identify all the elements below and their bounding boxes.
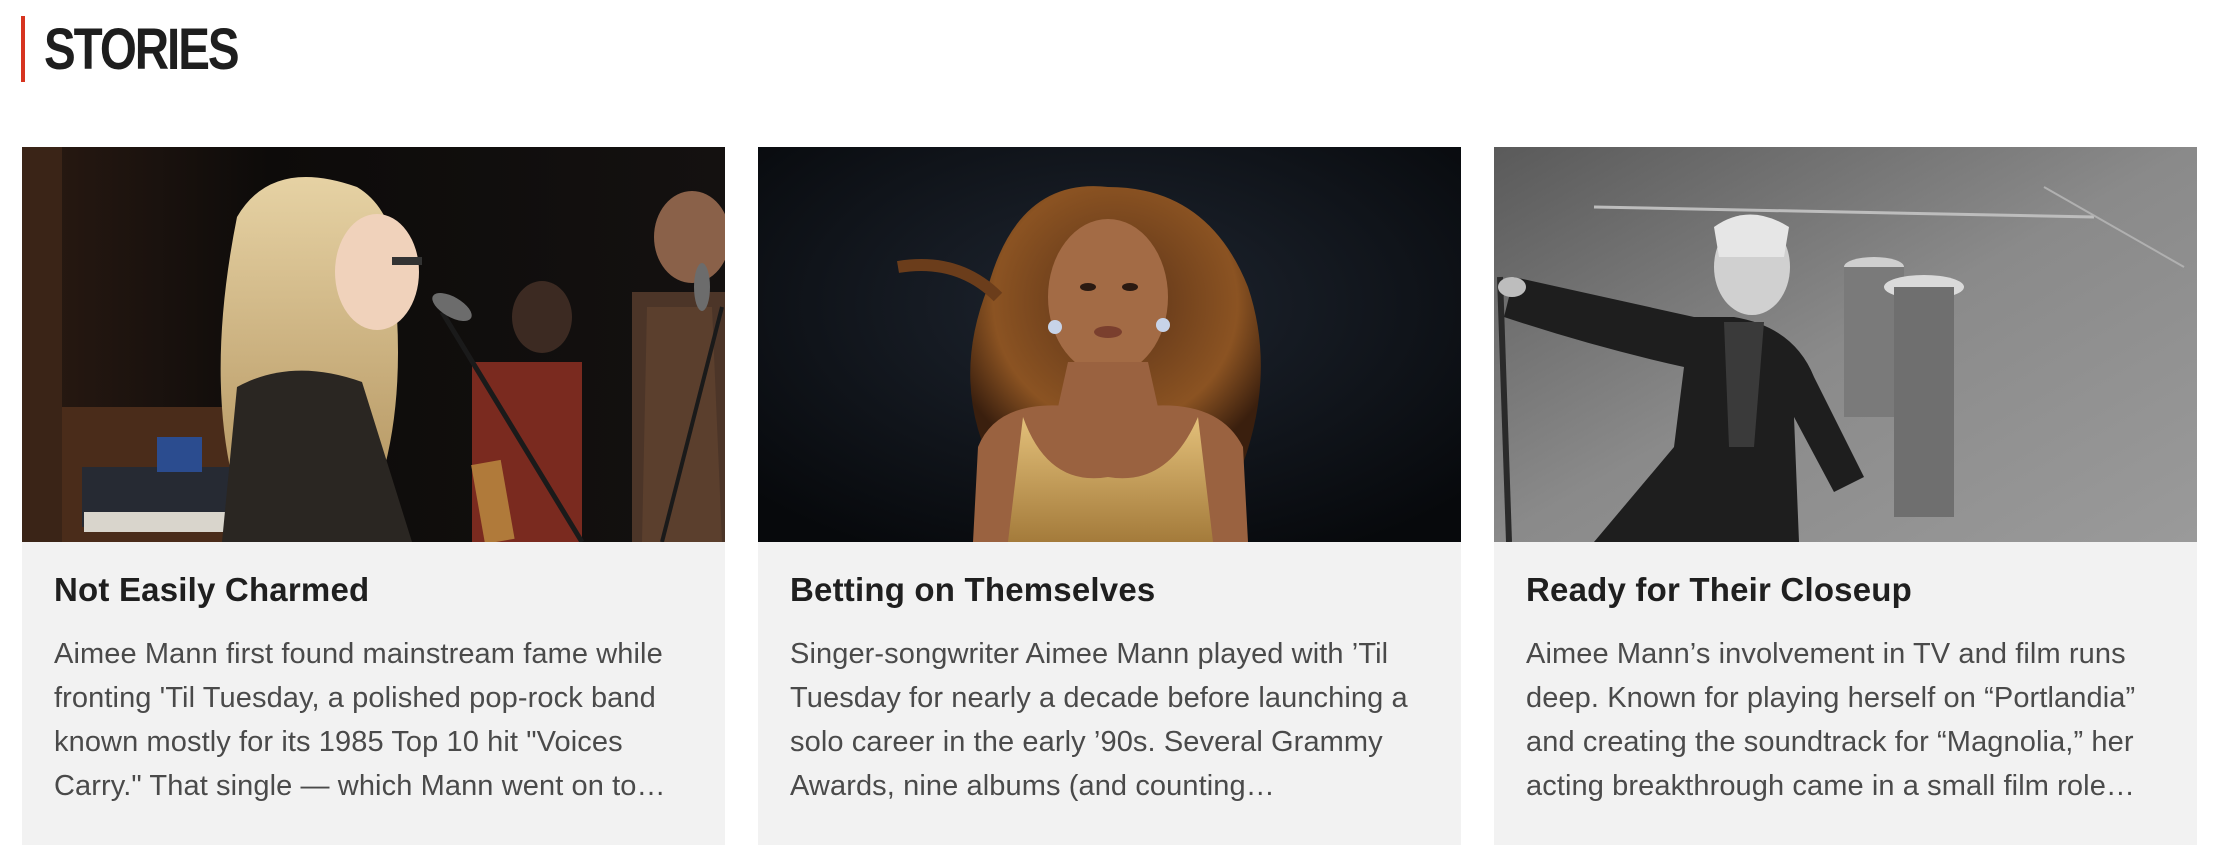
story-image-rock-performer[interactable]	[1494, 147, 2197, 542]
section-header: STORIES	[21, 16, 280, 82]
story-title[interactable]: Betting on Themselves	[790, 570, 1429, 610]
story-card[interactable]: Not Easily Charmed Aimee Mann first foun…	[22, 147, 725, 845]
singer-stage-photo-icon	[758, 147, 1461, 542]
story-title[interactable]: Ready for Their Closeup	[1526, 570, 2165, 610]
story-card[interactable]: Ready for Their Closeup Aimee Mann’s inv…	[1494, 147, 2197, 845]
story-image-band-studio[interactable]	[22, 147, 725, 542]
story-excerpt: Aimee Mann’s involvement in TV and film …	[1526, 637, 2136, 802]
band-studio-photo-icon	[22, 147, 725, 542]
section-accent-bar	[21, 16, 25, 82]
story-excerpt: Singer-songwriter Aimee Mann played with…	[790, 637, 1408, 802]
story-excerpt: Aimee Mann first found mainstream fame w…	[54, 637, 663, 802]
story-title[interactable]: Not Easily Charmed	[54, 570, 693, 610]
section-title: STORIES	[44, 17, 240, 82]
story-card[interactable]: Betting on Themselves Singer-songwriter …	[758, 147, 1461, 845]
story-image-singer-stage[interactable]	[758, 147, 1461, 542]
story-cards: Not Easily Charmed Aimee Mann first foun…	[22, 147, 2197, 845]
rock-performer-photo-icon	[1494, 147, 2197, 542]
